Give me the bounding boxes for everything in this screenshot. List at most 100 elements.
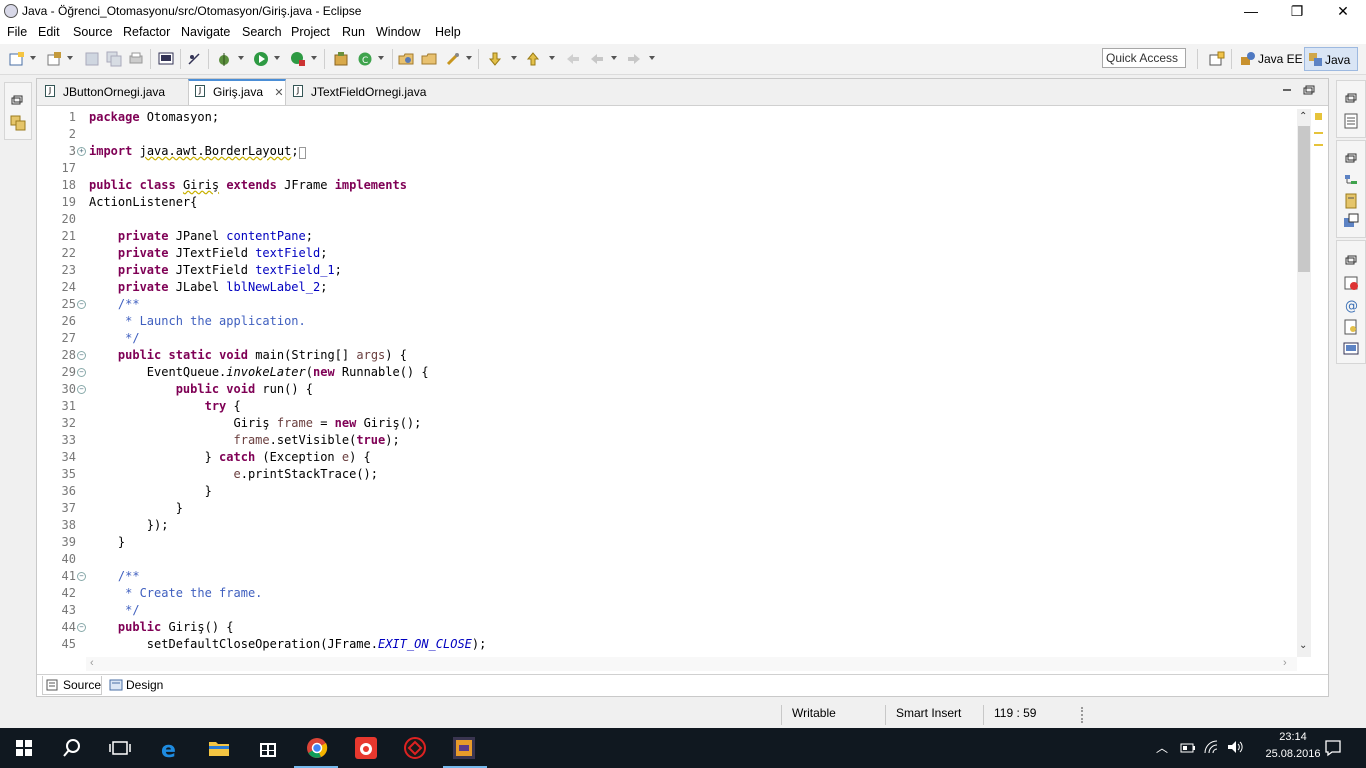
code-line[interactable]: 44− public Giriş() {	[52, 619, 1292, 636]
app-tray-icon[interactable]	[403, 736, 427, 760]
code-line[interactable]: 24 private JLabel lblNewLabel_2;	[52, 279, 1292, 296]
open-task-icon[interactable]	[421, 51, 437, 67]
code-line[interactable]: △30− public void run() {	[52, 381, 1292, 398]
problems-icon[interactable]	[1343, 275, 1359, 291]
warning-summary-icon[interactable]	[1315, 113, 1322, 120]
wifi-icon[interactable]	[1204, 740, 1220, 754]
code-line[interactable]: 1 package Otomasyon;	[52, 109, 1292, 126]
code-line[interactable]: 22 private JTextField textField;	[52, 245, 1292, 262]
restore-icon[interactable]	[1345, 255, 1357, 265]
scroll-up-icon[interactable]: ⌃	[1299, 111, 1307, 122]
scroll-down-icon[interactable]: ⌄	[1299, 640, 1307, 651]
code-line[interactable]: 45 setDefaultCloseOperation(JFrame.EXIT_…	[52, 636, 1292, 653]
quick-access-input[interactable]: Quick Access	[1102, 48, 1186, 68]
collapse-fold-icon[interactable]: −	[77, 623, 86, 632]
code-line[interactable]: 40	[52, 551, 1292, 568]
new-icon[interactable]	[9, 51, 25, 67]
open-type-icon[interactable]	[398, 51, 414, 67]
code-line[interactable]: 28− public static void main(String[] arg…	[52, 347, 1292, 364]
close-tab-icon[interactable]: ✕	[274, 87, 283, 99]
code-line[interactable]: 38 });	[52, 517, 1292, 534]
tab-giris[interactable]: J Giriş.java ✕	[188, 79, 286, 105]
code-line[interactable]: 27 */	[52, 330, 1292, 347]
new-package-icon[interactable]	[46, 51, 62, 67]
menu-project[interactable]: Project	[291, 25, 330, 39]
code-line[interactable]: 3 + import java.awt.BorderLayout;	[52, 143, 1292, 160]
show-hidden-icons-icon[interactable]: ︿	[1156, 739, 1168, 756]
eclipse-taskbar-icon[interactable]	[452, 736, 476, 760]
task-list-icon[interactable]	[1343, 113, 1359, 129]
close-window-button[interactable]: ✕	[1320, 0, 1366, 22]
collapse-fold-icon[interactable]: −	[77, 368, 86, 377]
code-editor[interactable]: 1 package Otomasyon; 2 3 + import java.awt.Bo…	[52, 109, 1297, 657]
file-explorer-icon[interactable]	[207, 736, 231, 760]
scroll-right-icon[interactable]: ›	[1283, 657, 1287, 669]
media-app-icon[interactable]	[354, 736, 378, 760]
task-view-icon[interactable]	[108, 736, 132, 760]
code-line[interactable]: 34 } catch (Exception e) {	[52, 449, 1292, 466]
console-view-icon[interactable]	[1343, 341, 1359, 357]
code-line[interactable]: 29− EventQueue.invokeLater(new Runnable(…	[52, 364, 1292, 381]
console-icon[interactable]	[158, 51, 174, 67]
debug-icon[interactable]	[216, 51, 232, 67]
menu-file[interactable]: File	[7, 25, 27, 39]
code-line[interactable]: 37 }	[52, 500, 1292, 517]
restore-icon[interactable]	[1345, 153, 1357, 163]
perspective-java-ee[interactable]: Java EE	[1238, 47, 1303, 71]
search-icon[interactable]	[60, 736, 84, 760]
javadoc-icon[interactable]: @	[1343, 297, 1359, 313]
code-line[interactable]: 21 private JPanel contentPane;	[52, 228, 1292, 245]
code-line[interactable]: 17	[52, 160, 1292, 177]
perspective-java[interactable]: Java	[1304, 47, 1358, 71]
package-explorer-icon[interactable]	[10, 115, 26, 131]
tab-jbuttonornegi[interactable]: J JButtonOrnegi.java	[39, 79, 211, 105]
scroll-left-icon[interactable]: ‹	[90, 657, 94, 669]
code-line[interactable]: 19 ActionListener{	[52, 194, 1292, 211]
next-annotation-icon[interactable]	[487, 51, 503, 67]
outline-icon[interactable]	[1343, 173, 1359, 189]
menu-help[interactable]: Help	[435, 25, 461, 39]
collapse-fold-icon[interactable]: −	[77, 300, 86, 309]
store-icon[interactable]	[256, 736, 280, 760]
tab-design[interactable]: Design	[106, 676, 163, 695]
status-insert-mode[interactable]: Smart Insert	[885, 705, 982, 725]
collapse-fold-icon[interactable]: −	[77, 351, 86, 360]
volume-icon[interactable]	[1227, 740, 1245, 754]
horizontal-scrollbar[interactable]: ‹ ›	[86, 657, 1297, 671]
menu-run[interactable]: Run	[342, 25, 365, 39]
save-icon[interactable]	[84, 51, 100, 67]
maximize-button[interactable]: ❐	[1274, 0, 1320, 22]
maximize-editor-icon[interactable]	[1303, 85, 1315, 95]
code-line[interactable]: 33 frame.setVisible(true);	[52, 432, 1292, 449]
type-hierarchy-icon[interactable]	[1343, 193, 1359, 209]
clock-time[interactable]: 23:14	[1268, 731, 1318, 743]
clock-date[interactable]: 25.08.2016	[1262, 748, 1324, 760]
code-line[interactable]: 32 Giriş frame = new Giriş();	[52, 415, 1292, 432]
run-external-tools-icon[interactable]	[290, 51, 306, 67]
menu-search[interactable]: Search	[242, 25, 282, 39]
warning-mark[interactable]	[1314, 144, 1323, 146]
minimize-editor-icon[interactable]	[1281, 85, 1293, 95]
open-perspective-icon[interactable]	[1209, 51, 1225, 67]
menu-refactor[interactable]: Refactor	[123, 25, 170, 39]
save-all-icon[interactable]	[106, 51, 122, 67]
action-center-icon[interactable]	[1324, 739, 1342, 757]
windows-start-icon[interactable]	[12, 736, 36, 760]
search-pencil-icon[interactable]	[445, 51, 461, 67]
skip-breakpoints-icon[interactable]	[186, 51, 202, 67]
run-icon[interactable]	[253, 51, 269, 67]
code-line[interactable]: 25− /**	[52, 296, 1292, 313]
palette-icon[interactable]	[1343, 213, 1359, 229]
code-line[interactable]: 41− /**	[52, 568, 1292, 585]
minimize-button[interactable]: —	[1228, 0, 1274, 22]
warning-mark[interactable]	[1314, 132, 1323, 134]
code-line[interactable]: 26 * Launch the application.	[52, 313, 1292, 330]
code-line[interactable]: 39 }	[52, 534, 1292, 551]
print-icon[interactable]	[128, 51, 144, 67]
tab-source[interactable]: Source	[42, 676, 102, 695]
declaration-icon[interactable]	[1343, 319, 1359, 335]
tab-jtextfieldornegi[interactable]: J JTextFieldOrnegi.java	[287, 79, 471, 105]
menu-source[interactable]: Source	[73, 25, 113, 39]
restore-icon[interactable]	[1345, 93, 1357, 103]
code-line[interactable]: 31 try {	[52, 398, 1292, 415]
